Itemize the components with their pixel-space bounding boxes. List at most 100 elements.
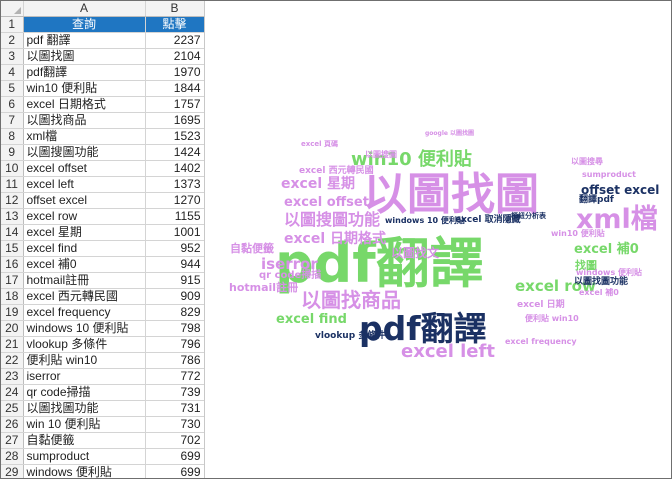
clicks-cell[interactable]: 702 (145, 432, 204, 449)
row-number[interactable]: 27 (1, 432, 24, 449)
term-cell[interactable]: sumproduct (23, 448, 146, 465)
term-cell[interactable]: excel 西元轉民國 (23, 288, 146, 305)
term-cell[interactable]: 自黏便籤 (23, 432, 146, 449)
column-header-b[interactable]: B (145, 1, 204, 17)
term-cell[interactable]: 以圖找圖功能 (23, 400, 146, 417)
row-number[interactable]: 28 (1, 448, 24, 465)
term-cell[interactable]: hotmail註冊 (23, 272, 146, 289)
clicks-cell[interactable]: 1402 (145, 160, 204, 177)
column-header-a[interactable]: A (23, 1, 146, 17)
clicks-cell[interactable]: 1155 (145, 208, 204, 225)
clicks-cell[interactable]: 798 (145, 320, 204, 337)
table-row: 18 excel 西元轉民國 909 (1, 288, 204, 305)
clicks-cell[interactable]: 2104 (145, 48, 204, 65)
row-number[interactable]: 22 (1, 352, 24, 369)
term-cell[interactable]: windows 10 便利貼 (23, 320, 146, 337)
cloud-word: 以圖找商品 (301, 288, 401, 312)
table-row: 23 iserror 772 (1, 368, 204, 385)
term-cell[interactable]: 以圖搜圖功能 (23, 144, 146, 161)
term-cell[interactable]: excel left (23, 176, 146, 193)
row-number[interactable]: 2 (1, 32, 24, 49)
row-number[interactable]: 4 (1, 64, 24, 81)
term-cell[interactable]: qr code掃描 (23, 384, 146, 401)
term-cell[interactable]: excel row (23, 208, 146, 225)
clicks-cell[interactable]: 909 (145, 288, 204, 305)
term-cell[interactable]: 以圖找商品 (23, 112, 146, 129)
clicks-cell[interactable]: 1844 (145, 80, 204, 97)
screenshot-frame: A B 1 查詢 點擊 2 pdf 翻譯 2237 3 以圖找圖 2104 4 pdf翻譯 19… (0, 0, 672, 479)
clicks-cell[interactable]: 1970 (145, 64, 204, 81)
term-cell[interactable]: excel 日期格式 (23, 96, 146, 113)
clicks-cell[interactable]: 1373 (145, 176, 204, 193)
clicks-cell[interactable]: 731 (145, 400, 204, 417)
row-number[interactable]: 6 (1, 96, 24, 113)
cloud-word: win10 便利貼 (551, 228, 605, 238)
cloud-word: 以圖搜圖功能 (284, 210, 380, 229)
term-cell[interactable]: win10 便利貼 (23, 80, 146, 97)
clicks-cell[interactable]: 1424 (145, 144, 204, 161)
cloud-word: excel 頁碼 (301, 139, 338, 148)
row-number[interactable]: 11 (1, 176, 24, 193)
row-number[interactable]: 9 (1, 144, 24, 161)
clicks-cell[interactable]: 1001 (145, 224, 204, 241)
cloud-word: windows 10 便利貼 (385, 215, 465, 225)
row-number[interactable]: 5 (1, 80, 24, 97)
row-number[interactable]: 21 (1, 336, 24, 353)
row-number[interactable]: 1 (1, 16, 24, 33)
clicks-cell[interactable]: 730 (145, 416, 204, 433)
term-cell[interactable]: offset excel (23, 192, 146, 209)
term-cell[interactable]: windows 便利貼 (23, 464, 146, 478)
clicks-cell[interactable]: 1695 (145, 112, 204, 129)
term-cell[interactable]: iserror (23, 368, 146, 385)
term-cell[interactable]: pdf翻譯 (23, 64, 146, 81)
term-cell[interactable]: excel 補0 (23, 256, 146, 273)
row-number[interactable]: 19 (1, 304, 24, 321)
term-cell[interactable]: excel find (23, 240, 146, 257)
term-cell[interactable]: 便利貼 win10 (23, 352, 146, 369)
row-number[interactable]: 13 (1, 208, 24, 225)
row-number[interactable]: 16 (1, 256, 24, 273)
term-cell[interactable]: win 10 便利貼 (23, 416, 146, 433)
clicks-cell[interactable]: 796 (145, 336, 204, 353)
term-cell[interactable]: 以圖找圖 (23, 48, 146, 65)
word-cloud: pdf翻譯 以圖找圖 pdf翻譯 xml檔 win10 便利貼 以圖找商品 以圖搜圖功能 ex… (205, 1, 671, 478)
term-cell[interactable]: excel offset (23, 160, 146, 177)
term-cell[interactable]: pdf 翻譯 (23, 32, 146, 49)
row-number[interactable]: 10 (1, 160, 24, 177)
row-number[interactable]: 15 (1, 240, 24, 257)
clicks-cell[interactable]: 772 (145, 368, 204, 385)
header-cell-term[interactable]: 查詢 (23, 16, 146, 33)
clicks-cell[interactable]: 699 (145, 448, 204, 465)
clicks-cell[interactable]: 699 (145, 464, 204, 478)
clicks-cell[interactable]: 829 (145, 304, 204, 321)
row-number[interactable]: 7 (1, 112, 24, 129)
row-number[interactable]: 18 (1, 288, 24, 305)
header-cell-clicks[interactable]: 點擊 (145, 16, 204, 33)
row-number[interactable]: 26 (1, 416, 24, 433)
clicks-cell[interactable]: 786 (145, 352, 204, 369)
clicks-cell[interactable]: 1523 (145, 128, 204, 145)
row-number[interactable]: 12 (1, 192, 24, 209)
clicks-cell[interactable]: 944 (145, 256, 204, 273)
term-cell[interactable]: xml檔 (23, 128, 146, 145)
row-number[interactable]: 20 (1, 320, 24, 337)
term-cell[interactable]: excel 星期 (23, 224, 146, 241)
row-number[interactable]: 14 (1, 224, 24, 241)
cloud-word: excel 補0 (574, 241, 639, 257)
clicks-cell[interactable]: 915 (145, 272, 204, 289)
row-number[interactable]: 24 (1, 384, 24, 401)
clicks-cell[interactable]: 1270 (145, 192, 204, 209)
clicks-cell[interactable]: 952 (145, 240, 204, 257)
term-cell[interactable]: excel frequency (23, 304, 146, 321)
row-number[interactable]: 3 (1, 48, 24, 65)
row-number[interactable]: 23 (1, 368, 24, 385)
clicks-cell[interactable]: 2237 (145, 32, 204, 49)
clicks-cell[interactable]: 739 (145, 384, 204, 401)
row-number[interactable]: 8 (1, 128, 24, 145)
row-number[interactable]: 29 (1, 464, 24, 478)
clicks-cell[interactable]: 1757 (145, 96, 204, 113)
row-number[interactable]: 25 (1, 400, 24, 417)
row-number[interactable]: 17 (1, 272, 24, 289)
select-all-corner[interactable] (1, 1, 24, 17)
term-cell[interactable]: vlookup 多條件 (23, 336, 146, 353)
